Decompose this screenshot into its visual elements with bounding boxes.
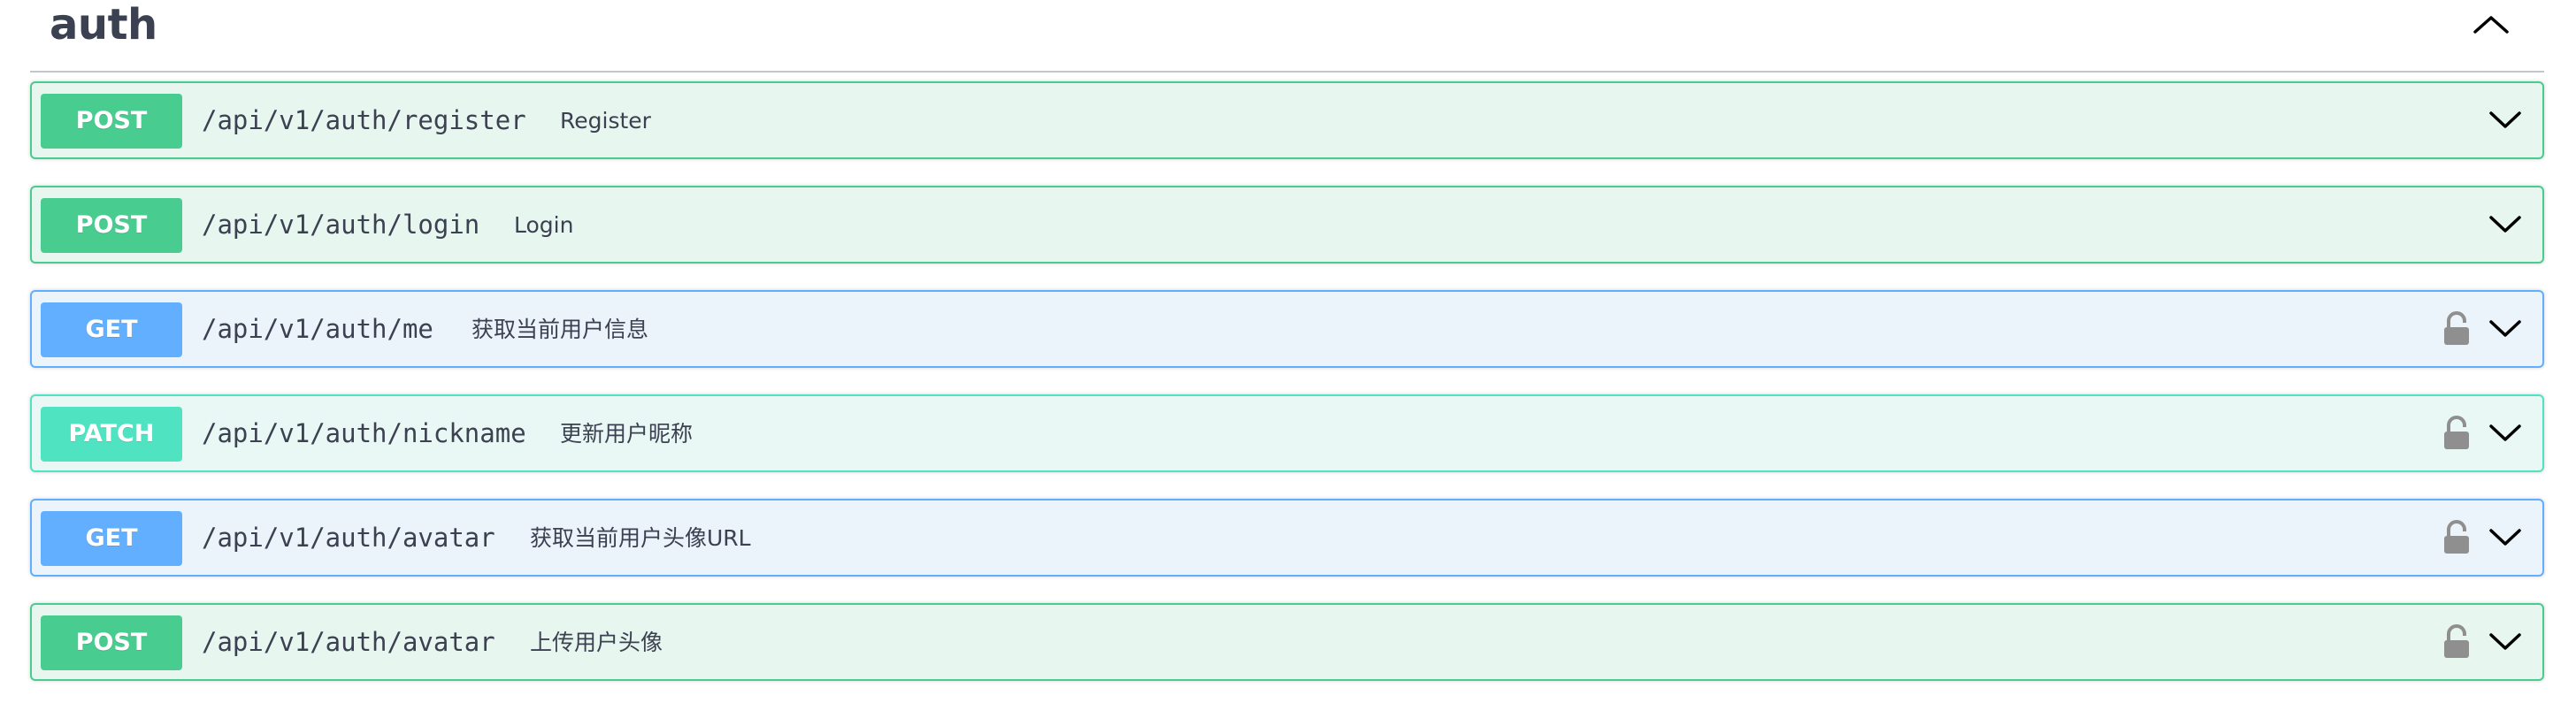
method-badge: POST <box>41 94 182 149</box>
method-badge: POST <box>41 615 182 670</box>
chevron-down-icon[interactable] <box>2488 525 2523 550</box>
unlock-icon[interactable] <box>2442 520 2472 555</box>
operation-patch-nickname[interactable]: PATCH /api/v1/auth/nickname 更新用户昵称 <box>30 394 2544 472</box>
operation-summary: Register <box>560 108 651 134</box>
operation-path: /api/v1/auth/register <box>202 105 526 135</box>
method-badge: GET <box>41 511 182 566</box>
operation-summary: Login <box>514 212 574 238</box>
operation-path: /api/v1/auth/me <box>202 314 433 344</box>
operation-path: /api/v1/auth/avatar <box>202 627 495 657</box>
chevron-up-icon[interactable] <box>2472 11 2511 37</box>
operation-get-me[interactable]: GET /api/v1/auth/me 获取当前用户信息 <box>30 290 2544 368</box>
operation-path: /api/v1/auth/nickname <box>202 418 526 448</box>
chevron-down-icon[interactable] <box>2488 630 2523 654</box>
operation-post-avatar[interactable]: POST /api/v1/auth/avatar 上传用户头像 <box>30 603 2544 681</box>
operation-summary: 更新用户昵称 <box>560 421 694 447</box>
unlock-icon[interactable] <box>2442 416 2472 451</box>
operations-list: POST /api/v1/auth/register Register POST… <box>30 81 2544 703</box>
operation-post-login[interactable]: POST /api/v1/auth/login Login <box>30 186 2544 264</box>
chevron-down-icon[interactable] <box>2488 317 2523 341</box>
method-badge: POST <box>41 198 182 253</box>
chevron-down-icon[interactable] <box>2488 421 2523 446</box>
operation-path: /api/v1/auth/avatar <box>202 523 495 553</box>
auth-tag-section: auth POST /api/v1/auth/register Register… <box>30 0 2544 681</box>
operation-post-register[interactable]: POST /api/v1/auth/register Register <box>30 81 2544 159</box>
operation-get-avatar[interactable]: GET /api/v1/auth/avatar 获取当前用户头像URL <box>30 499 2544 577</box>
operation-summary: 获取当前用户头像URL <box>530 525 751 551</box>
chevron-down-icon[interactable] <box>2488 108 2523 133</box>
operation-path: /api/v1/auth/login <box>202 210 480 240</box>
operation-summary: 获取当前用户信息 <box>472 317 649 342</box>
operation-summary: 上传用户头像 <box>530 630 663 655</box>
method-badge: PATCH <box>41 407 182 462</box>
method-badge: GET <box>41 302 182 357</box>
tag-title[interactable]: auth <box>50 0 157 50</box>
unlock-icon[interactable] <box>2442 624 2472 660</box>
chevron-down-icon[interactable] <box>2488 212 2523 237</box>
unlock-icon[interactable] <box>2442 311 2472 347</box>
tag-header[interactable]: auth <box>30 0 2544 73</box>
